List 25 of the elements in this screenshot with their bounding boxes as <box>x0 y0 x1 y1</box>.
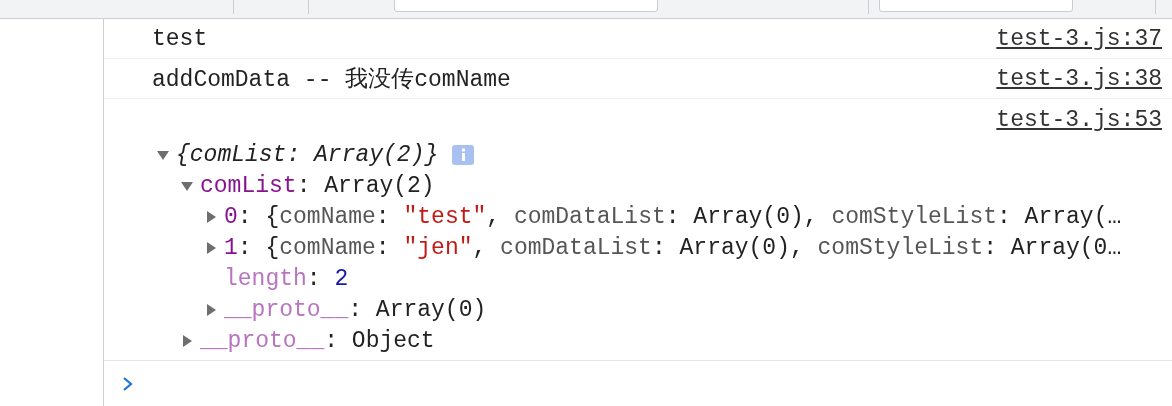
source-link[interactable]: test-3.js:37 <box>996 25 1162 52</box>
property-key: __proto__ <box>200 327 325 354</box>
property-value: : 2 <box>306 265 349 292</box>
property-value: : Array(0) <box>348 296 487 323</box>
property-value: {comList: Array(2)} <box>176 141 439 168</box>
expand-triangle-icon[interactable] <box>180 334 194 347</box>
source-link[interactable]: test-3.js:53 <box>996 107 1162 133</box>
log-message: test <box>152 25 209 52</box>
property-key: 1 <box>224 234 238 261</box>
prompt-chevron-icon <box>122 375 134 392</box>
property-value: : Object <box>324 327 435 354</box>
log-message: addComData -- 我没传comName <box>152 66 512 94</box>
property-key: __proto__ <box>224 296 349 323</box>
property-value: : Array(2) <box>296 172 435 199</box>
source-link[interactable]: test-3.js:38 <box>996 65 1162 92</box>
property-key: length <box>224 265 307 292</box>
expand-triangle-icon[interactable] <box>204 210 218 223</box>
expand-triangle-icon[interactable] <box>204 241 218 254</box>
property-value: : {comName: "jen", comDataList: Array(0), comStyleList: Array(0… <box>237 234 1122 261</box>
collapse-triangle-icon[interactable] <box>156 148 170 161</box>
expand-triangle-icon[interactable] <box>204 303 218 316</box>
property-value: : {comName: "test", comDataList: Array(0), comStyleList: Array(… <box>237 203 1122 230</box>
property-key: 0 <box>224 203 238 230</box>
property-key: comList <box>200 172 297 199</box>
collapse-triangle-icon[interactable] <box>180 179 194 192</box>
